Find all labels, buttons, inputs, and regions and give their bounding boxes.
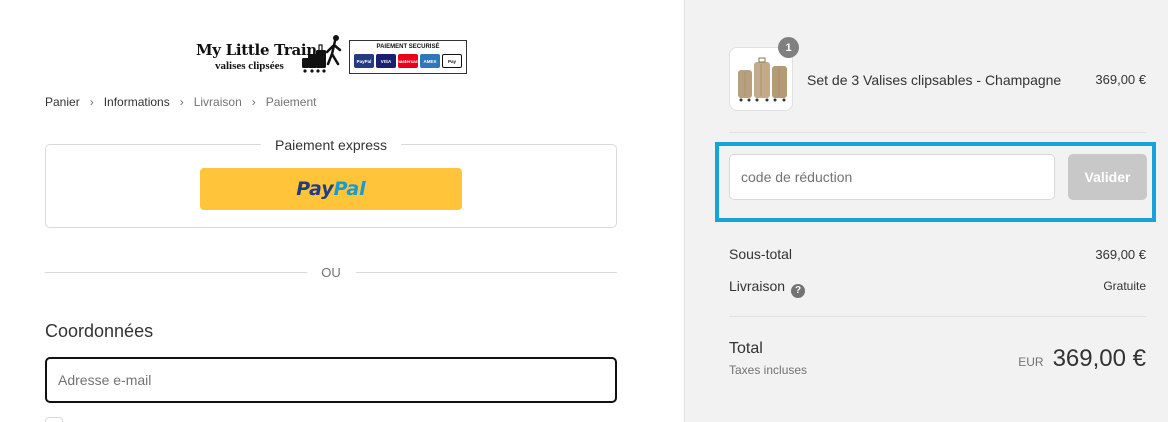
shipping-value: Gratuite [1103,279,1146,293]
chevron-right-icon: › [251,95,256,109]
discount-code-input[interactable] [729,154,1055,200]
payment-card-icons: PayPal VISA mastercard AMEX Pay [354,54,462,68]
shipping-label: Livraison [729,278,786,294]
contact-section-title: Coordonnées [45,321,154,341]
paypal-card-icon: PayPal [354,54,374,68]
breadcrumb-paiement: Paiement [265,95,317,109]
mastercard-card-icon: mastercard [396,54,420,68]
newsletter-checkbox[interactable] [45,417,63,422]
paypal-logo-part2: Pal [333,178,366,200]
total-value: 369,00 € [1052,345,1146,372]
or-divider-label: OU [321,265,341,280]
divider-line-right [356,272,617,273]
breadcrumb-panier[interactable]: Panier [45,95,80,109]
visa-card-icon: VISA [376,54,396,68]
email-input[interactable] [45,357,617,403]
logo-name: My Little Train [196,41,317,59]
apple-pay-card-icon: Pay [442,54,462,68]
checkout-main: My Little Train valises clipsées PAIEMEN… [0,0,684,422]
luggage-figure-icon [302,35,342,73]
product-price: 369,00 € [1095,72,1146,87]
store-logo[interactable]: My Little Train valises clipsées PAIEMEN… [196,34,468,78]
chevron-right-icon: › [89,95,94,109]
breadcrumb: Panier › Informations › Livraison › Paie… [45,95,316,109]
breadcrumb-informations: Informations [103,95,170,109]
quantity-badge: 1 [778,37,799,58]
secure-payment-badge: PAIEMENT SECURISÉ PayPal VISA mastercard… [349,40,467,74]
express-checkout-title: Paiement express [261,137,402,153]
help-icon[interactable]: ? [791,283,806,298]
secure-payment-label: PAIEMENT SECURISÉ [376,44,440,50]
logo-tagline: valises clipsées [215,60,284,72]
product-name: Set de 3 Valises clipsables - Champagne [807,72,1062,88]
breadcrumb-livraison: Livraison [193,95,242,109]
shipping-row-label: Livraison? [729,278,806,298]
total-label: Total [729,340,763,357]
chevron-right-icon: › [179,95,184,109]
express-checkout: Paiement express Pay Pal [45,137,617,228]
amex-card-icon: AMEX [420,54,440,68]
apply-discount-button[interactable]: Valider [1068,154,1147,200]
taxes-label: Taxes incluses [729,363,808,377]
paypal-logo-part1: Pay [296,178,334,200]
summary-divider [729,132,1146,133]
order-summary: 1 Set de 3 Valises clipsables - Champagn… [684,0,1168,422]
summary-divider [729,316,1146,317]
suitcase-set-icon [738,57,787,102]
total-amount: EUR 369,00 € [1018,345,1146,373]
currency-code: EUR [1018,355,1044,369]
subtotal-label: Sous-total [729,246,793,262]
subtotal-value: 369,00 € [1095,247,1146,262]
divider-line-left [45,272,307,273]
paypal-button[interactable]: Pay Pal [200,168,462,210]
